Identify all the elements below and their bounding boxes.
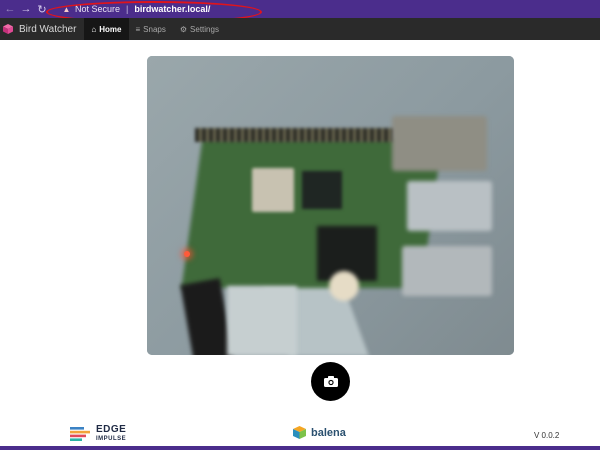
brand[interactable]: Bird Watcher bbox=[0, 18, 76, 40]
back-arrow-icon[interactable]: ← bbox=[2, 0, 18, 18]
url-text[interactable]: birdwatcher.local/ bbox=[134, 4, 210, 14]
nav-home[interactable]: ⌂ Home bbox=[84, 18, 129, 40]
bottom-accent-bar bbox=[0, 446, 600, 450]
camera-feed bbox=[147, 56, 514, 355]
feed-ram-chip bbox=[302, 171, 342, 209]
edge-impulse-logo[interactable]: EDGE IMPULSE bbox=[70, 425, 126, 442]
camera-icon bbox=[323, 376, 338, 387]
nav-home-label: Home bbox=[99, 24, 122, 34]
balena-wordmark: balena bbox=[311, 426, 346, 439]
not-secure-label: Not Secure bbox=[75, 4, 121, 14]
nav-settings[interactable]: ⚙ Settings bbox=[173, 18, 226, 40]
reload-icon[interactable]: ↻ bbox=[34, 0, 50, 18]
address-separator: | bbox=[126, 4, 129, 14]
warning-icon: ▲ bbox=[62, 4, 71, 14]
app-navbar: Bird Watcher ⌂ Home ≡ Snaps ⚙ Settings bbox=[0, 18, 600, 40]
balena-logo[interactable]: balena bbox=[293, 426, 346, 439]
edge-impulse-mark-icon bbox=[70, 426, 90, 441]
balena-cube-icon bbox=[293, 426, 306, 439]
feed-ethernet-port bbox=[392, 116, 487, 171]
edge-impulse-wordmark-top: EDGE bbox=[96, 424, 127, 435]
address-bar[interactable]: ▲ Not Secure | birdwatcher.local/ bbox=[62, 0, 211, 18]
forward-arrow-icon[interactable]: → bbox=[18, 0, 34, 18]
feed-red-led bbox=[184, 251, 190, 257]
app-title: Bird Watcher bbox=[19, 23, 77, 35]
cube-logo-icon bbox=[3, 24, 13, 34]
home-icon: ⌂ bbox=[91, 24, 97, 34]
edge-impulse-wordmark-bottom: IMPULSE bbox=[96, 436, 127, 442]
list-icon: ≡ bbox=[135, 24, 141, 34]
version-label: V 0.0.2 bbox=[534, 431, 560, 440]
nav-settings-label: Settings bbox=[190, 24, 219, 34]
feed-plug bbox=[329, 271, 359, 301]
nav-snaps[interactable]: ≡ Snaps bbox=[129, 18, 173, 40]
feed-header-pins bbox=[195, 128, 395, 142]
snap-button[interactable] bbox=[311, 362, 350, 401]
browser-toolbar: ← → ↻ ▲ Not Secure | birdwatcher.local/ bbox=[0, 0, 600, 18]
nav-snaps-label: Snaps bbox=[143, 24, 166, 34]
feed-grey-cable bbox=[227, 286, 297, 355]
feed-usb-port bbox=[402, 246, 492, 296]
feed-usb-port bbox=[407, 181, 492, 231]
feed-soc-chip bbox=[252, 168, 294, 212]
gear-icon: ⚙ bbox=[179, 24, 188, 34]
